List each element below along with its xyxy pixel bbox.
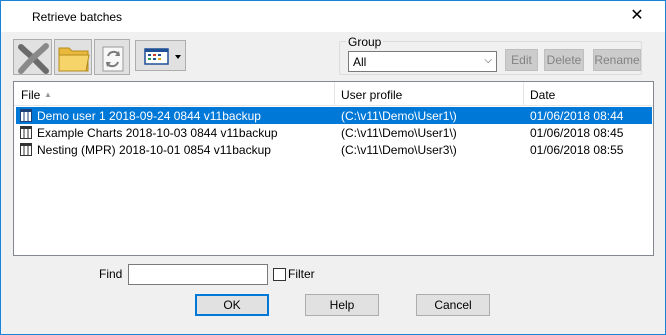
batch-list[interactable]: File ▲ User profile Date Demo user 1 201… [13, 81, 654, 256]
column-header-date[interactable]: Date [530, 88, 555, 102]
list-header: File ▲ User profile Date [14, 82, 653, 106]
date: 01/06/2018 08:44 [530, 109, 624, 123]
batch-file-icon [20, 109, 32, 122]
column-divider[interactable] [334, 82, 335, 106]
refresh-icon [102, 46, 124, 72]
group-select-value: All [353, 55, 367, 69]
date: 01/06/2018 08:45 [530, 126, 624, 140]
user-profile: (C:\v11\Demo\User1\) [341, 109, 457, 123]
column-divider[interactable] [523, 82, 524, 106]
group-select[interactable]: All ⌵ [348, 51, 497, 72]
cancel-button[interactable]: Cancel [416, 294, 490, 316]
filter-checkbox[interactable] [273, 268, 286, 281]
ok-button[interactable]: OK [195, 294, 269, 316]
delete-batch-button[interactable] [13, 39, 52, 75]
batch-file-icon [20, 126, 32, 139]
retrieve-batches-dialog: Retrieve batches ✕ Group All ⌵ Edit Dele… [0, 0, 666, 335]
filter-label[interactable]: Filter [288, 267, 315, 281]
find-input[interactable] [128, 264, 268, 285]
chevron-down-icon [175, 55, 181, 59]
group-rename-button[interactable]: Rename [593, 49, 641, 71]
file-name: Demo user 1 2018-09-24 0844 v11backup [37, 109, 261, 123]
user-profile: (C:\v11\Demo\User1\) [341, 126, 457, 140]
list-item[interactable]: Nesting (MPR) 2018-10-01 0854 v11backup … [16, 141, 652, 158]
chevron-down-icon: ⌵ [484, 55, 492, 66]
file-name: Example Charts 2018-10-03 0844 v11backup [37, 126, 278, 140]
batch-file-icon [20, 143, 32, 156]
sort-ascending-icon: ▲ [44, 90, 52, 99]
user-profile: (C:\v11\Demo\User3\) [341, 143, 457, 157]
find-label: Find [99, 267, 123, 281]
group-delete-button[interactable]: Delete [544, 49, 584, 71]
column-header-file[interactable]: File [21, 88, 40, 102]
column-header-user-profile[interactable]: User profile [341, 88, 402, 102]
file-name: Nesting (MPR) 2018-10-01 0854 v11backup [37, 143, 271, 157]
view-options-icon [144, 48, 181, 65]
title-bar: Retrieve batches ✕ [1, 1, 665, 32]
list-item[interactable]: Example Charts 2018-10-03 0844 v11backup… [16, 124, 652, 141]
list-item[interactable]: Demo user 1 2018-09-24 0844 v11backup (C… [16, 107, 652, 124]
view-options-button[interactable] [135, 40, 186, 71]
group-label: Group [346, 35, 384, 49]
refresh-button[interactable] [94, 39, 130, 75]
window-title: Retrieve batches [32, 10, 123, 24]
delete-icon [18, 43, 49, 74]
open-folder-button[interactable] [54, 39, 92, 75]
help-button[interactable]: Help [305, 294, 379, 316]
folder-icon [58, 47, 90, 72]
group-edit-button[interactable]: Edit [505, 49, 538, 71]
close-icon[interactable]: ✕ [627, 6, 647, 26]
date: 01/06/2018 08:55 [530, 143, 624, 157]
